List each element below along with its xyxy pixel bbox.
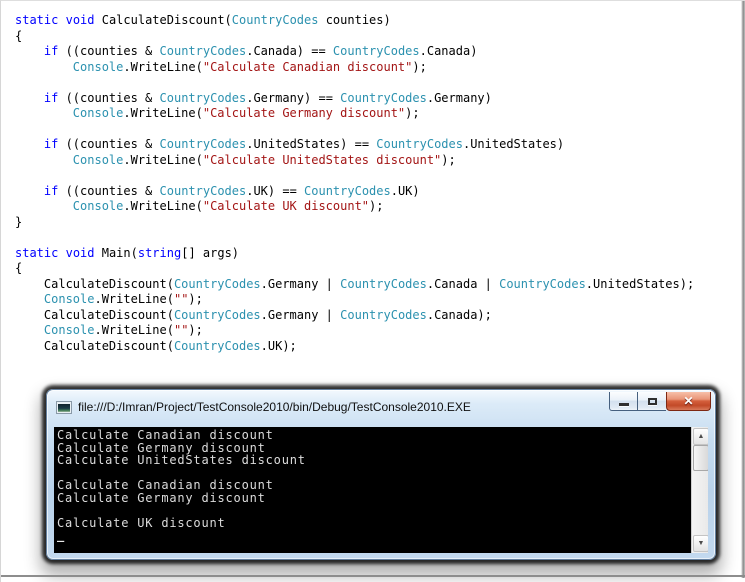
console-window: file:///D:/Imran/Project/TestConsole2010… bbox=[46, 389, 716, 560]
code-line: CalculateDiscount(CountryCodes.Germany |… bbox=[15, 276, 695, 291]
console-window-title: file:///D:/Imran/Project/TestConsole2010… bbox=[78, 400, 471, 414]
page-right-border bbox=[741, 1, 745, 578]
scroll-up-icon[interactable]: ▲ bbox=[693, 428, 708, 445]
console-line: Calculate UnitedStates discount bbox=[57, 453, 306, 467]
console-output-area: Calculate Canadian discount Calculate Ger… bbox=[54, 427, 708, 553]
code-line: if ((counties & CountryCodes.Germany) ==… bbox=[43, 90, 492, 105]
vertical-scrollbar[interactable]: ▲ ▼ bbox=[691, 427, 708, 553]
minimize-button[interactable] bbox=[609, 392, 638, 411]
console-output-text: Calculate Canadian discount Calculate Ger… bbox=[57, 429, 690, 542]
code-line: CalculateDiscount(CountryCodes.UK); bbox=[15, 338, 297, 353]
code-line: static void Main(string[] args) bbox=[15, 245, 240, 260]
code-line: if ((counties & CountryCodes.UK) == Coun… bbox=[43, 183, 420, 198]
console-app-icon bbox=[56, 401, 72, 414]
code-line: Console.WriteLine(""); bbox=[43, 323, 203, 337]
caption-buttons: ✕ bbox=[609, 392, 711, 411]
code-line: static void CalculateDiscount(CountryCod… bbox=[15, 13, 391, 27]
page-bottom-divider bbox=[1, 575, 745, 577]
code-line: if ((counties & CountryCodes.Canada) == … bbox=[43, 44, 478, 58]
console-window-titlebar[interactable]: file:///D:/Imran/Project/TestConsole2010… bbox=[47, 390, 715, 426]
code-line: Console.WriteLine("Calculate Germany dis… bbox=[72, 106, 420, 120]
code-line: Console.WriteLine("Calculate Canadian di… bbox=[72, 59, 427, 74]
console-cursor-line: _ bbox=[57, 529, 690, 542]
console-line: Calculate UK discount bbox=[57, 515, 226, 530]
scrollbar-thumb[interactable] bbox=[693, 445, 708, 471]
code-block: static void CalculateDiscount(CountryCod… bbox=[15, 13, 725, 354]
code-line: Console.WriteLine("Calculate UnitedState… bbox=[72, 152, 456, 167]
console-cursor: _ bbox=[57, 528, 66, 542]
maximize-icon bbox=[647, 398, 657, 405]
code-line: Console.WriteLine("Calculate UK discount… bbox=[72, 199, 384, 213]
code-line: { bbox=[15, 28, 23, 43]
console-line: Calculate Canadian discount bbox=[57, 428, 274, 442]
close-button[interactable]: ✕ bbox=[666, 392, 711, 411]
code-line: Console.WriteLine(""); bbox=[43, 292, 203, 306]
console-line: Calculate Germany discount bbox=[57, 490, 266, 505]
code-line: CalculateDiscount(CountryCodes.Germany |… bbox=[15, 307, 492, 322]
code-line: if ((counties & CountryCodes.UnitedState… bbox=[43, 137, 565, 151]
code-line: { bbox=[15, 261, 23, 275]
screenshot-root: static void CalculateDiscount(CountryCod… bbox=[0, 0, 745, 582]
code-line: } bbox=[15, 214, 23, 229]
console-line: Calculate Canadian discount bbox=[57, 478, 274, 492]
maximize-button[interactable] bbox=[638, 392, 666, 411]
minimize-icon bbox=[618, 403, 629, 406]
scroll-down-icon[interactable]: ▼ bbox=[693, 535, 708, 552]
close-icon: ✕ bbox=[683, 393, 694, 408]
